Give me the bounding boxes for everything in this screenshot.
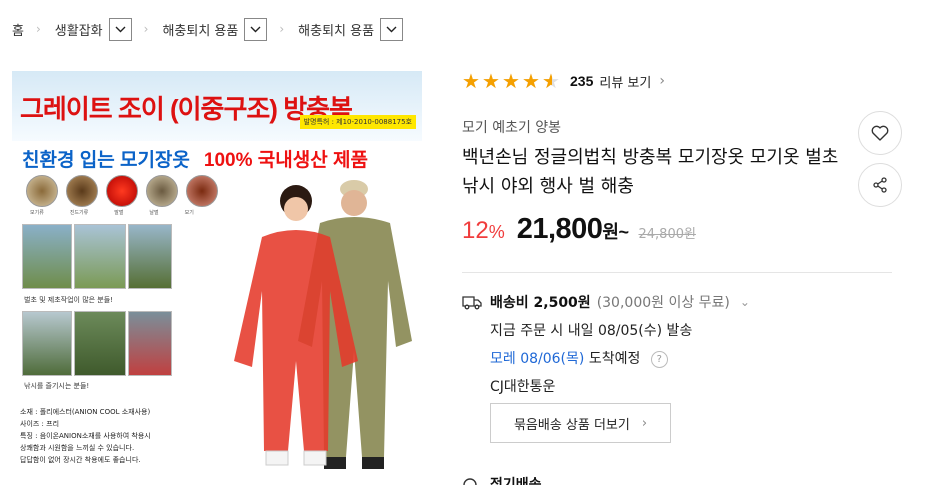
question-icon[interactable]: ?: [650, 350, 668, 368]
breadcrumb-dropdown-button[interactable]: [108, 17, 132, 41]
bug-label: 진드기류: [69, 210, 89, 216]
bug-label: 모기류: [30, 210, 44, 216]
shipping-fee-row[interactable]: 배송비 2,500원 (30,000원 이상 무료) ⌄: [462, 292, 750, 312]
usage-photo: [128, 224, 172, 289]
subscription-row[interactable]: 정기배송: [462, 474, 542, 485]
usage-photo: [74, 311, 126, 376]
desc-line: 소재 : 폴리에스터(ANION COOL 소재사용): [20, 408, 151, 416]
star-icon: ★ ★: [522, 69, 540, 93]
arrival-info: 모레 08/06(목) 도착예정 ?: [490, 348, 668, 368]
shipping-free-note: (30,000원 이상 무료): [596, 295, 730, 311]
image-patent-label: 발명특허 : 제10-2010-0088175호: [299, 115, 416, 129]
breadcrumb-dropdown-button[interactable]: [244, 17, 268, 41]
image-sub-right: 100% 국내생산 제품: [203, 150, 368, 171]
courier-name: CJ대한통운: [490, 379, 556, 395]
star-icon: ★ ★: [502, 69, 520, 93]
bug-label: 말벌: [114, 210, 124, 216]
shipping-fee: 배송비 2,500원: [490, 295, 591, 311]
share-button[interactable]: [858, 163, 902, 207]
bug-labels: 모기류 진드기류 말벌 날벌 모기: [30, 209, 194, 216]
share-icon: [873, 177, 887, 193]
usage-photo: [22, 311, 72, 376]
chevron-right-icon: ›: [641, 415, 648, 431]
tick-icon: [66, 175, 98, 207]
chevron-down-icon: [115, 26, 126, 32]
chevron-right-icon: ›: [279, 22, 285, 36]
rating-row[interactable]: ★ ★ ★ ★ ★ ★ ★ ★ ★ ★ 235 리뷰 보기 ›: [462, 70, 665, 92]
desc-line: 특징 : 음이온ANION소재를 사용하여 착용시: [20, 432, 151, 440]
photo-caption: 낚시를 즐기시는 분들!: [24, 382, 90, 390]
siren-icon: [106, 175, 138, 207]
usage-photo: [128, 311, 172, 376]
product-brand[interactable]: 모기 예초기 양봉: [462, 117, 561, 137]
chevron-right-icon: ›: [143, 22, 149, 36]
subscription-label: 정기배송: [490, 477, 542, 485]
discount-rate: 12%: [462, 217, 505, 244]
divider: [462, 272, 892, 273]
mosquito-icon: [26, 175, 58, 207]
usage-photo: [74, 224, 126, 289]
image-sub-left: 친환경 입는 모기장옷: [22, 150, 190, 171]
breadcrumb-home[interactable]: 홈: [12, 20, 24, 39]
bug-label: 모기: [184, 210, 194, 216]
breadcrumb-dropdown-button[interactable]: [380, 17, 404, 41]
star-rating: ★ ★ ★ ★ ★ ★ ★ ★ ★ ★: [462, 71, 562, 91]
chevron-down-icon: ⌄: [739, 295, 750, 309]
breadcrumb-item[interactable]: 생활잡화: [55, 20, 103, 39]
heart-icon: [871, 125, 889, 141]
chevron-right-icon: ›: [35, 22, 41, 36]
breadcrumb-item[interactable]: 해충퇴치 용품: [162, 20, 238, 39]
desc-line: 상쾌함과 시원함을 느끼실 수 있습니다.: [20, 444, 135, 452]
bundle-button-label: 묶음배송 상품 더보기: [513, 417, 630, 433]
desc-line: 사이즈 : 프리: [20, 420, 60, 428]
arrival-date: 모레 08/06(목): [490, 351, 585, 367]
model-illustration: [234, 180, 412, 469]
chevron-down-icon: [250, 26, 261, 32]
subscription-icon: [463, 478, 477, 485]
photo-caption: 벌초 및 제초작업이 많은 분들!: [24, 296, 113, 304]
review-count[interactable]: 235: [570, 73, 593, 89]
original-price: 24,800원: [638, 227, 696, 242]
bug-icons: [26, 175, 218, 207]
star-icon: ★ ★: [542, 69, 560, 93]
price-row: 12% 21,800원~ 24,800원: [462, 213, 696, 246]
star-icon: ★ ★: [462, 69, 480, 93]
star-icon: ★ ★: [482, 69, 500, 93]
product-image[interactable]: 그레이트 조이 (이중구조) 방충복 발명특허 : 제10-2010-00881…: [12, 71, 422, 485]
breadcrumb-item[interactable]: 해충퇴치 용품: [298, 20, 374, 39]
bee-icon: [146, 175, 178, 207]
product-title: 백년손님 정글의법칙 방충복 모기장옷 모기옷 벌초 낚시 야외 행사 벌 해충: [462, 147, 839, 197]
image-subheadline: 친환경 입는 모기장옷 100% 국내생산 제품: [22, 145, 368, 172]
sale-price: 21,800원~: [516, 213, 629, 245]
dispatch-info: 지금 주문 시 내일 08/05(수) 발송: [490, 323, 693, 339]
arrival-suffix: 도착예정: [588, 351, 641, 367]
image-description: 소재 : 폴리에스터(ANION COOL 소재사용) 사이즈 : 프리 특징 …: [20, 406, 151, 466]
review-link[interactable]: 리뷰 보기: [599, 72, 651, 91]
chevron-right-icon: ›: [659, 73, 665, 89]
chevron-down-icon: [386, 26, 397, 32]
like-button[interactable]: [858, 111, 902, 155]
bundle-shipping-button[interactable]: 묶음배송 상품 더보기 ›: [490, 403, 671, 443]
truck-icon: [462, 296, 482, 310]
usage-photo: [22, 224, 72, 289]
desc-line: 답답함이 없어 장시간 착용에도 좋습니다.: [20, 456, 141, 464]
breadcrumb: 홈 › 생활잡화 › 해충퇴치 용품 › 해충퇴치 용품: [12, 16, 404, 42]
bug-label: 날벌: [149, 210, 159, 216]
